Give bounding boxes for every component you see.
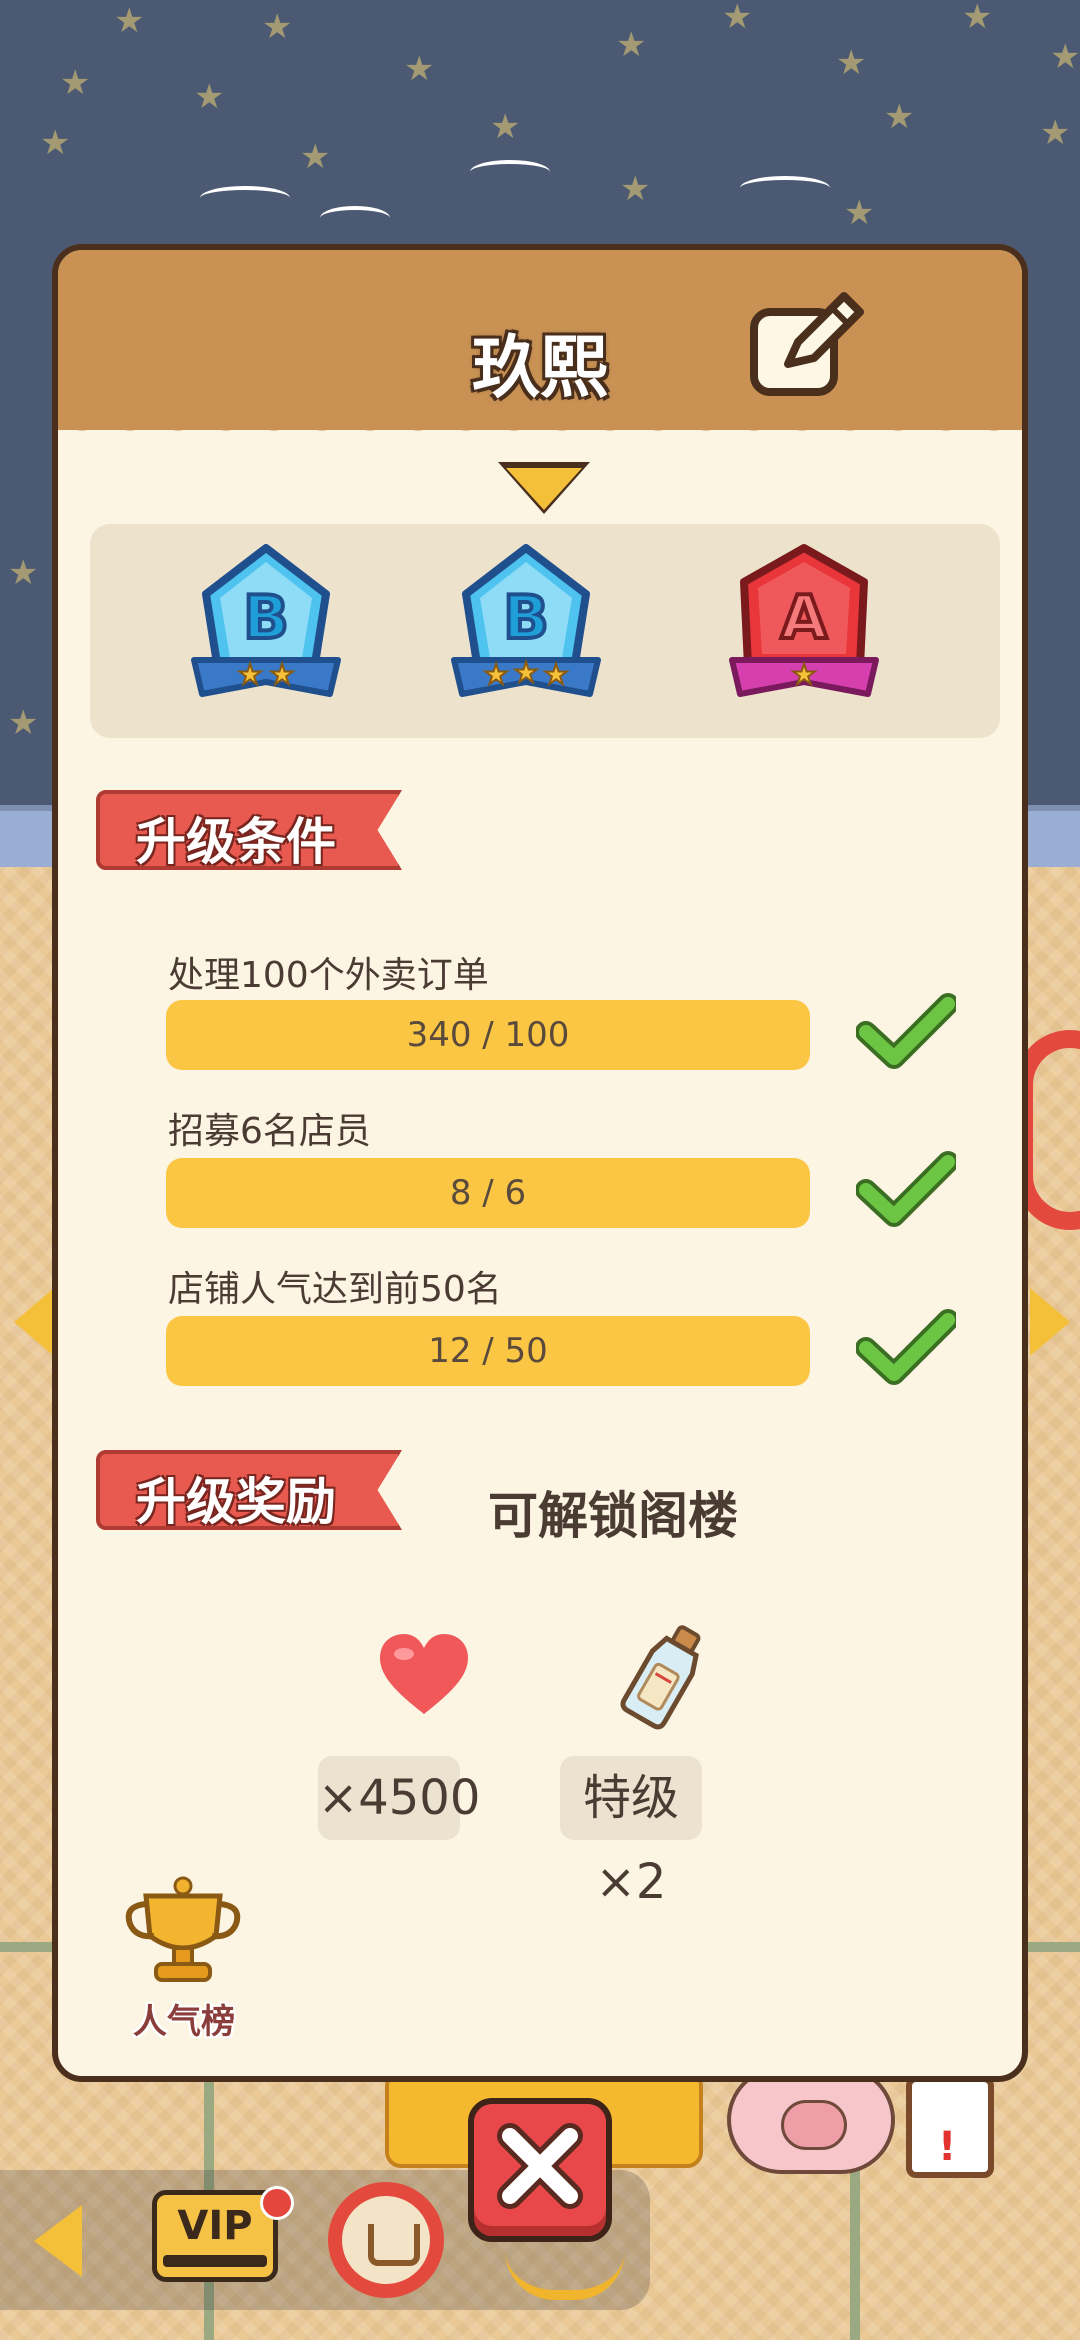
check-icon: [855, 992, 959, 1072]
condition-progress-bar: 12 / 50: [166, 1316, 810, 1386]
svg-text:★: ★: [791, 658, 816, 691]
leaderboard-label: 人气榜: [133, 2002, 235, 2042]
rank-b-badge-icon: B ★ ★: [191, 544, 341, 697]
condition-progress-bar: 340 / 100: [166, 1000, 810, 1070]
reward-bottle-amount: 特级×2: [560, 1756, 702, 1910]
svg-text:★: ★: [269, 658, 294, 691]
edit-pencil-icon: [750, 292, 864, 396]
rank-badge-a-1star[interactable]: A ★: [726, 542, 882, 712]
header-scallop-edge: [58, 406, 1022, 454]
leaderboard-button[interactable]: [118, 1876, 248, 1986]
shop-name-title: 玖熙: [471, 329, 608, 408]
edit-name-button[interactable]: [748, 288, 868, 400]
upgrade-conditions-tag: 升级条件: [96, 790, 402, 870]
condition-label: 招募6名店员: [168, 1111, 371, 1152]
reward-heart-amount: ×4500: [318, 1756, 480, 1840]
upgrade-conditions-title: 升级条件: [136, 813, 336, 871]
bottle-icon: [618, 1620, 710, 1730]
rank-badge-b-2star[interactable]: B ★ ★: [188, 542, 344, 712]
rank-b-badge-icon: B ★ ★ ★: [451, 544, 601, 697]
svg-text:B: B: [243, 583, 289, 653]
svg-text:★: ★: [237, 658, 262, 691]
upgrade-rewards-tag: 升级奖励: [96, 1450, 402, 1530]
svg-text:★: ★: [513, 656, 538, 689]
shop-upgrade-dialog: 玖熙 B ★ ★ B ★ ★ ★ A ★ 升级条件 处理100个外卖订单 340…: [52, 244, 1028, 2082]
condition-label: 店铺人气达到前50名: [168, 1269, 502, 1310]
condition-progress-text: 12 / 50: [428, 1331, 548, 1371]
condition-progress-bar: 8 / 6: [166, 1158, 810, 1228]
rank-a-badge-icon: A ★: [729, 544, 879, 697]
check-icon: [855, 1308, 959, 1388]
close-icon: [497, 2123, 583, 2209]
condition-progress-text: 340 / 100: [406, 1015, 570, 1055]
svg-text:B: B: [503, 583, 549, 653]
trophy-icon: [125, 1876, 241, 1982]
rank-badge-b-3star[interactable]: B ★ ★ ★: [448, 542, 604, 712]
check-icon: [855, 1150, 959, 1230]
svg-text:★: ★: [483, 658, 508, 691]
svg-text:A: A: [781, 583, 828, 653]
condition-progress-text: 8 / 6: [449, 1173, 527, 1213]
unlock-attic-text: 可解锁阁楼: [488, 1487, 738, 1545]
badge-pointer-icon: [506, 468, 582, 510]
svg-text:★: ★: [543, 658, 568, 691]
close-button[interactable]: [468, 2098, 612, 2242]
upgrade-rewards-title: 升级奖励: [136, 1473, 336, 1531]
heart-icon: [376, 1630, 472, 1720]
condition-label: 处理100个外卖订单: [168, 955, 489, 996]
